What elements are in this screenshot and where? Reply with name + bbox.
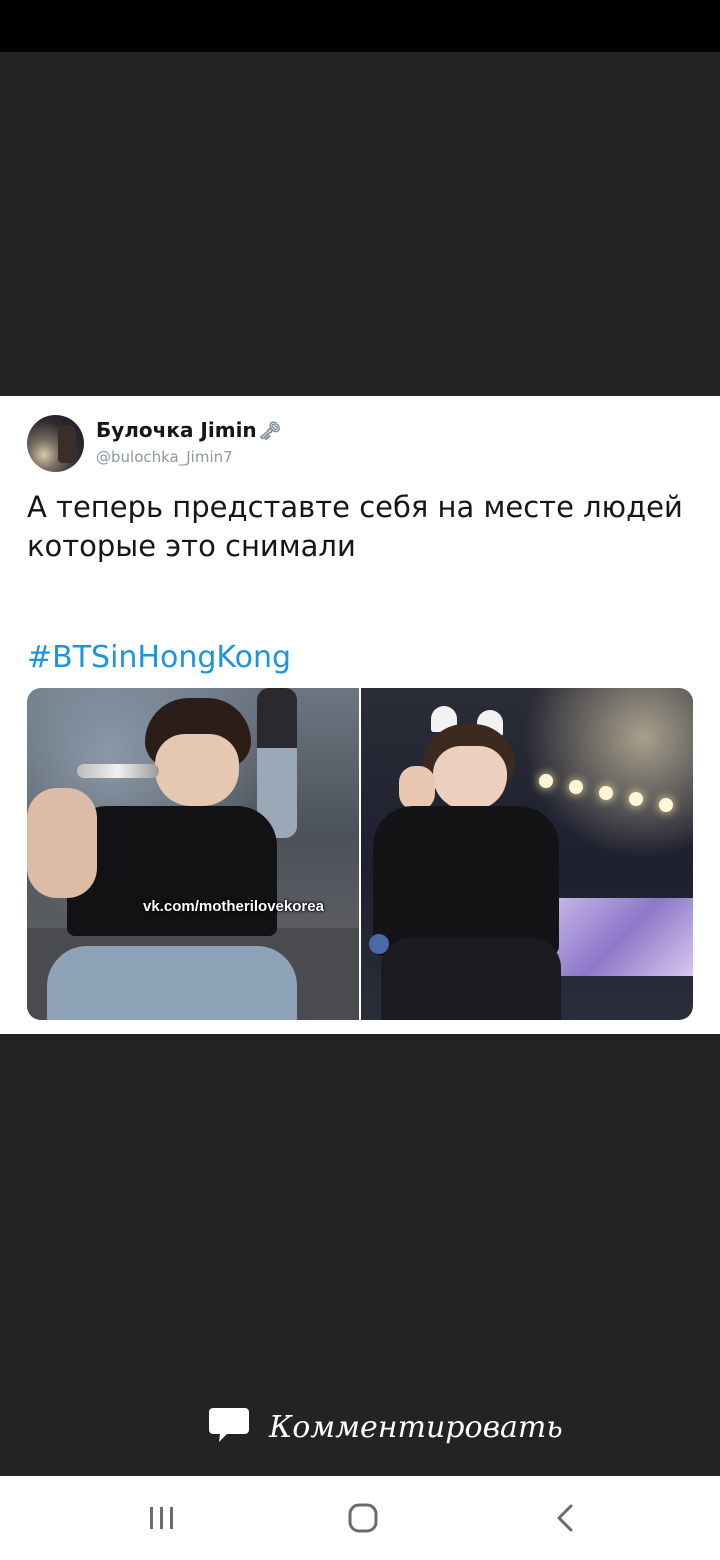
photo-right-hand	[399, 766, 435, 810]
photo-right[interactable]	[361, 688, 693, 1020]
key-icon: 🗝	[258, 421, 282, 442]
photo-right-microphone	[369, 934, 389, 954]
photo-right-light-5	[659, 798, 673, 812]
photo-right-light-1	[539, 774, 553, 788]
user-handle[interactable]: @bulochka_Jimin7	[96, 448, 233, 466]
home-icon[interactable]	[343, 1498, 383, 1538]
photo-right-face	[433, 746, 507, 810]
user-name[interactable]: Булочка Jimin 🗝	[96, 418, 282, 442]
comment-button-label[interactable]: Комментировать	[269, 1410, 563, 1445]
tweet-media[interactable]: vk.com/motherilovekorea	[27, 688, 693, 1020]
status-bar	[0, 0, 720, 52]
back-icon[interactable]	[545, 1498, 585, 1538]
hashtag-link[interactable]: #BTSinHongKong	[27, 640, 291, 675]
photo-left-face	[155, 734, 239, 806]
avatar-figure	[58, 425, 76, 463]
system-nav-bar	[0, 1476, 720, 1560]
photo-left-body	[67, 806, 277, 936]
user-name-text: Булочка Jimin	[96, 418, 257, 442]
photo-right-light-4	[629, 792, 643, 806]
speech-bubble-icon	[209, 1408, 249, 1442]
photo-left-jeans	[47, 946, 297, 1020]
photo-left[interactable]: vk.com/motherilovekorea	[27, 688, 359, 1020]
photo-right-legs	[381, 938, 561, 1020]
tweet-card[interactable]: Булочка Jimin 🗝 @bulochka_Jimin7 А теперь…	[0, 396, 720, 1034]
tweet-text: А теперь представте себя на месте людей …	[27, 488, 687, 566]
watermark: vk.com/motherilovekorea	[143, 898, 324, 915]
photo-right-light-3	[599, 786, 613, 800]
avatar[interactable]	[27, 415, 84, 472]
comment-bar[interactable]: Комментировать	[0, 1400, 720, 1456]
tweet-text-line-2: которые это снимали	[27, 529, 356, 563]
photo-left-microphone	[77, 764, 159, 778]
photo-left-arm	[27, 788, 97, 898]
tweet-text-line-1: А теперь представте себя на месте людей	[27, 490, 683, 524]
photo-right-screen	[551, 898, 693, 976]
photo-right-body	[373, 806, 559, 956]
photo-right-light-2	[569, 780, 583, 794]
recent-apps-icon[interactable]	[142, 1498, 182, 1538]
